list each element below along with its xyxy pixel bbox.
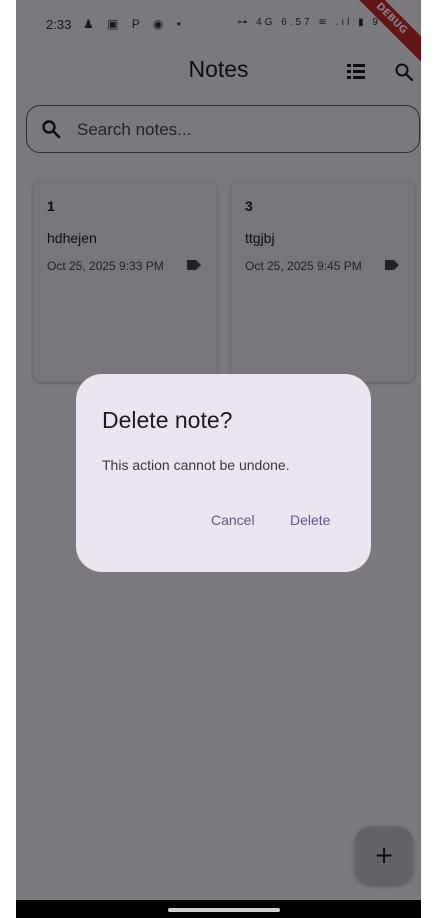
delete-dialog: Delete note? This action cannot be undon… — [76, 374, 371, 572]
home-gesture-handle[interactable] — [168, 908, 280, 912]
dialog-title: Delete note? — [102, 407, 233, 433]
cancel-button[interactable]: Cancel — [211, 512, 255, 528]
app-screen: 2:33 ♟ ▣ P ◉ • ⊶ 4G 6.57 ≋ .ıl ▮ 9 DEBUG… — [16, 0, 421, 900]
delete-button[interactable]: Delete — [290, 512, 330, 528]
system-nav-bar — [16, 900, 421, 918]
dialog-message: This action cannot be undone. — [102, 457, 290, 473]
